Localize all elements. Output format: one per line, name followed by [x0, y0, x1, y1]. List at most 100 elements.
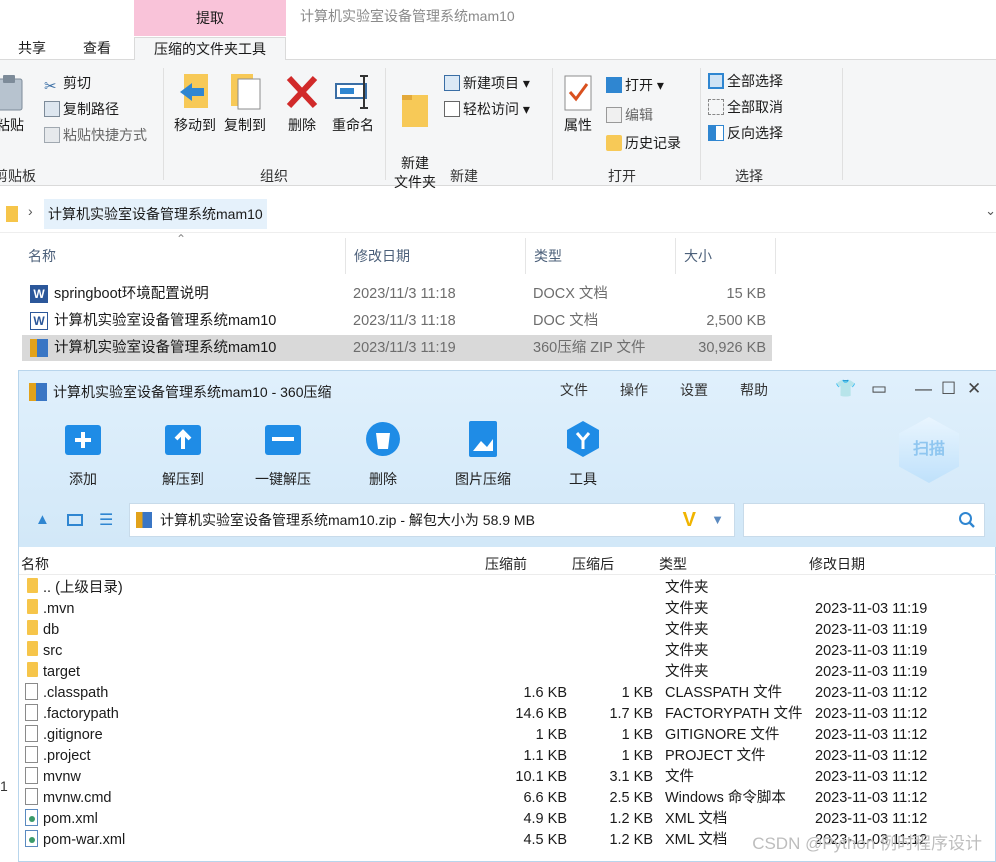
maximize-icon[interactable]: ☐ — [941, 379, 956, 399]
zip-delete-button[interactable]: 删除 — [343, 419, 423, 489]
zip-item-type: 文件夹 — [665, 664, 709, 680]
zip-item-type: 文件夹 — [665, 622, 709, 638]
chevron-right-icon[interactable]: › — [28, 203, 33, 219]
zip-list-row[interactable]: mvnw.cmd 6.6 KB 2.5 KB Windows 命令脚本 2023-11-… — [19, 788, 996, 809]
zip-list-row[interactable]: .project 1.1 KB 1 KB PROJECT 文件 2023-11-03 1… — [19, 746, 996, 767]
menu-file[interactable]: 文件 — [560, 380, 588, 400]
zip-list-row[interactable]: .factorypath 14.6 KB 1.7 KB FACTORYPATH 文件 2… — [19, 704, 996, 725]
history-button[interactable]: 历史记录 — [606, 132, 681, 154]
zip-column-before[interactable]: 压缩前 — [485, 554, 527, 574]
select-none-button[interactable]: 全部取消 — [708, 96, 783, 118]
image-compress-label: 图片压缩 — [455, 471, 511, 487]
extract-to-button[interactable]: 解压到 — [143, 419, 223, 489]
paste-button[interactable]: 粘贴 — [0, 74, 30, 135]
zip-item-date: 2023-11-03 11:12 — [815, 811, 928, 827]
one-click-extract-label: 一键解压 — [255, 471, 311, 487]
paste-shortcut-button[interactable]: 粘贴快捷方式 — [44, 124, 147, 146]
edit-label: 编辑 — [625, 107, 653, 123]
list-view-icon[interactable]: ☰ — [99, 510, 113, 530]
open-label: 打开 — [625, 77, 653, 93]
zip-item-after: 1 KB — [621, 748, 653, 764]
select-all-label: 全部选择 — [727, 73, 783, 89]
minimize-icon[interactable]: — — [915, 379, 932, 399]
edit-button[interactable]: 编辑 — [606, 104, 653, 126]
column-type[interactable]: 类型 — [526, 238, 676, 274]
menu-help[interactable]: 帮助 — [740, 380, 768, 400]
zip-list-row[interactable]: mvnw 10.1 KB 3.1 KB 文件 2023-11-03 11:12 — [19, 767, 996, 788]
zip-item-before: 6.6 KB — [523, 790, 567, 806]
image-compress-button[interactable]: 图片压缩 — [443, 419, 523, 489]
column-name[interactable]: 名称 — [20, 238, 346, 274]
thumbnail-view-icon[interactable] — [67, 514, 83, 526]
menu-operation[interactable]: 操作 — [620, 380, 648, 400]
zip-path-bar[interactable]: 计算机实验室设备管理系统mam10.zip - 解包大小为 58.9 MB V … — [129, 503, 735, 537]
zip-list-row[interactable]: target 文件夹 2023-11-03 11:19 — [19, 662, 996, 683]
new-folder-button[interactable]: 新建 文件夹 — [390, 72, 440, 192]
cut-button[interactable]: ✂ 剪切 — [44, 72, 91, 95]
new-item-button[interactable]: 新建项目 ▾ — [444, 72, 530, 94]
file-icon — [25, 767, 38, 784]
tab-view[interactable]: 查看 — [83, 37, 111, 60]
scan-badge[interactable]: 扫描 — [899, 417, 959, 483]
zip-list-row[interactable]: src 文件夹 2023-11-03 11:19 — [19, 641, 996, 662]
feedback-icon[interactable]: ▭ — [871, 379, 887, 399]
file-row[interactable]: W springboot环境配置说明 2023/11/3 11:18 DOCX … — [22, 281, 772, 307]
zip-list-row[interactable]: .gitignore 1 KB 1 KB GITIGNORE 文件 2023-11-03… — [19, 725, 996, 746]
zip-column-name[interactable]: 名称 — [21, 554, 49, 574]
address-path[interactable]: 计算机实验室设备管理系统mam10 — [44, 199, 267, 229]
search-icon[interactable] — [958, 511, 976, 529]
zip-search-input[interactable] — [743, 503, 985, 537]
zip-item-after: 1 KB — [621, 727, 653, 743]
dropdown-arrow-icon[interactable]: ▼ — [711, 504, 724, 536]
tab-share[interactable]: 共享 — [18, 37, 46, 60]
zip-list-row[interactable]: pom.xml 4.9 KB 1.2 KB XML 文档 2023-11-03 11:1… — [19, 809, 996, 830]
one-click-extract-button[interactable]: 一键解压 — [243, 419, 323, 489]
tab-compressed-folder-tools[interactable]: 压缩的文件夹工具 — [134, 37, 286, 61]
delete-button[interactable]: 删除 — [284, 72, 320, 135]
zip-icon — [30, 339, 48, 357]
skin-icon[interactable]: 👕 — [835, 379, 856, 399]
copy-path-button[interactable]: 复制路径 — [44, 98, 119, 120]
zip-list-row[interactable]: .mvn 文件夹 2023-11-03 11:19 — [19, 599, 996, 620]
file-date: 2023/11/3 11:18 — [353, 313, 456, 329]
zip-column-after[interactable]: 压缩后 — [572, 554, 614, 574]
menu-settings[interactable]: 设置 — [680, 380, 708, 400]
clipboard-icon — [0, 75, 23, 111]
file-type: DOC 文档 — [533, 313, 599, 329]
rename-button[interactable]: 重命名 — [330, 72, 376, 135]
zip-list-row[interactable]: .. (上级目录) 文件夹 — [19, 578, 996, 599]
zip-item-name: src — [43, 643, 63, 659]
invert-selection-button[interactable]: 反向选择 — [708, 122, 783, 144]
chevron-down-icon[interactable]: ⌄ — [985, 203, 996, 219]
context-tab-extract[interactable]: 提取 — [134, 0, 286, 36]
zip-item-type: 文件夹 — [665, 601, 709, 617]
file-row[interactable]: W 计算机实验室设备管理系统mam10 2023/11/3 11:18 DOC … — [22, 308, 772, 334]
column-size[interactable]: 大小 — [676, 238, 776, 274]
zip-column-type[interactable]: 类型 — [659, 554, 687, 574]
file-row-selected[interactable]: 计算机实验室设备管理系统mam10 2023/11/3 11:19 360压缩 … — [22, 335, 772, 361]
address-bar: › 计算机实验室设备管理系统mam10 ⌄ — [0, 195, 996, 233]
properties-button[interactable]: 属性 — [560, 74, 596, 135]
zip-item-date: 2023-11-03 11:12 — [815, 706, 928, 722]
cut-label: 剪切 — [63, 75, 91, 91]
zip-item-after: 1 KB — [621, 685, 653, 701]
zip-list-row[interactable]: .classpath 1.6 KB 1 KB CLASSPATH 文件 2023-11-… — [19, 683, 996, 704]
tools-button[interactable]: 工具 — [543, 419, 623, 489]
file-icon — [25, 725, 38, 742]
zip-app-icon — [29, 383, 47, 401]
move-to-button[interactable]: 移动到 — [172, 72, 218, 135]
zip-list-row[interactable]: db 文件夹 2023-11-03 11:19 — [19, 620, 996, 641]
group-select-label: 选择 — [735, 168, 763, 184]
select-all-button[interactable]: 全部选择 — [708, 70, 783, 92]
add-button[interactable]: 添加 — [43, 419, 123, 489]
copy-to-button[interactable]: 复制到 — [222, 72, 268, 135]
column-date[interactable]: 修改日期 — [346, 238, 526, 274]
zip-item-name: .. (上级目录) — [43, 580, 123, 596]
group-organize-label: 组织 — [260, 168, 288, 184]
zip-column-date[interactable]: 修改日期 — [809, 554, 865, 574]
up-arrow-icon[interactable]: ▲ — [35, 511, 50, 528]
open-button[interactable]: 打开 ▾ — [606, 74, 664, 96]
zip-item-after: 3.1 KB — [609, 769, 653, 785]
close-icon[interactable]: ✕ — [967, 379, 981, 399]
easy-access-button[interactable]: 轻松访问 ▾ — [444, 98, 530, 120]
